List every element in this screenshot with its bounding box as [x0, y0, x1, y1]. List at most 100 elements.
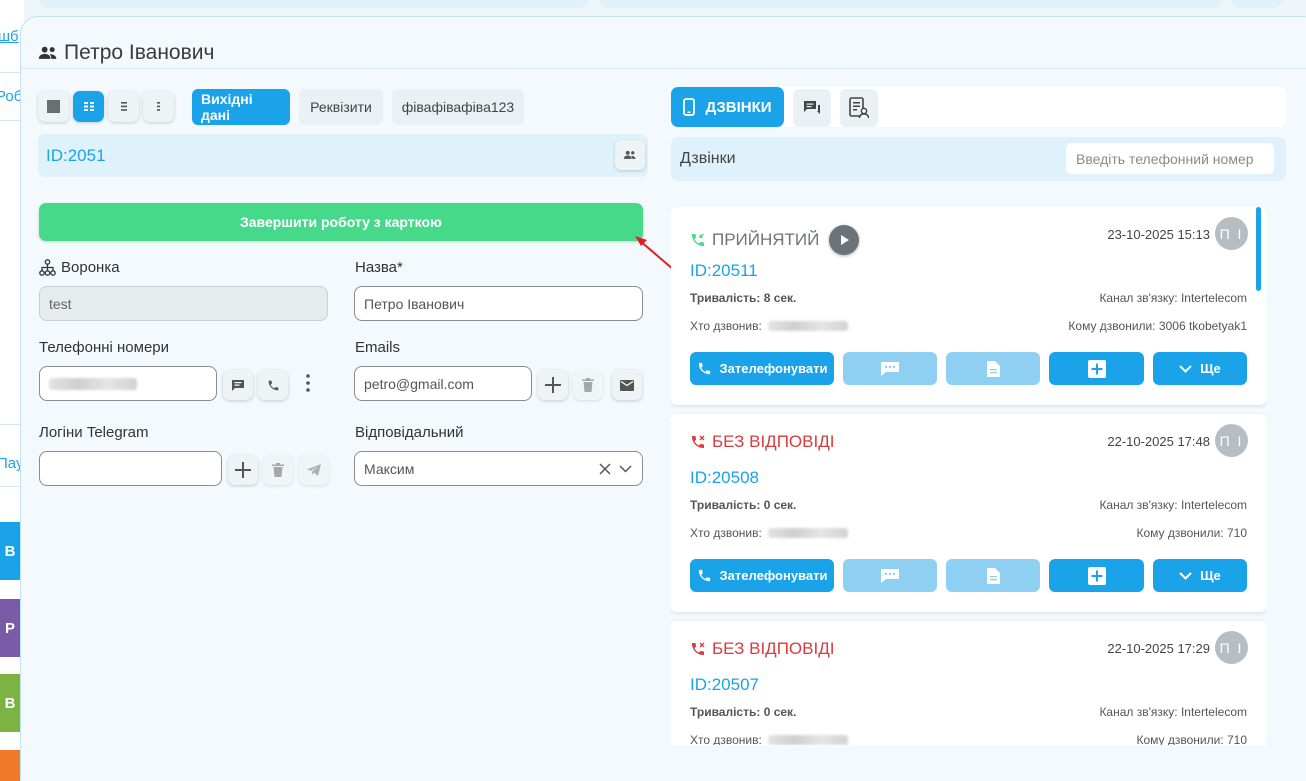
calls-scrollbar[interactable] — [1256, 207, 1261, 291]
document-icon — [986, 567, 1000, 584]
modal-footer — [21, 749, 1306, 781]
call-id[interactable]: ID:20508 — [690, 468, 759, 488]
tab-calls[interactable]: ДЗВІНКИ — [671, 87, 784, 127]
more-button[interactable]: Ще — [1153, 559, 1247, 592]
avatar: П І — [1215, 424, 1248, 457]
avatar: П І — [1215, 631, 1248, 664]
tab-requisites[interactable]: Реквізити — [299, 89, 383, 125]
delete-telegram-button[interactable] — [263, 455, 293, 485]
phone-field[interactable] — [39, 366, 217, 401]
call-callee: Кому дзвонили: 710 — [1136, 526, 1247, 540]
people-icon — [623, 150, 636, 159]
phone-search-input[interactable]: Введіть телефонний номер — [1066, 143, 1274, 174]
view-narrow-list-button[interactable] — [143, 91, 174, 122]
call-caller: Хто дзвонив: — [690, 526, 848, 540]
view-list-button[interactable] — [108, 91, 139, 122]
chat-icon — [804, 101, 820, 114]
responsible-select[interactable]: Максим — [354, 451, 643, 486]
note-button[interactable] — [946, 352, 1040, 385]
tab-contact-document[interactable] — [840, 89, 878, 127]
blurred-phone — [767, 528, 848, 538]
bg-top-panel-mid — [600, 0, 1222, 8]
call-id[interactable]: ID:20511 — [690, 261, 758, 281]
view-square-button[interactable] — [38, 91, 69, 122]
calls-header: Дзвінки Введіть телефонний номер — [671, 137, 1286, 181]
send-telegram-button[interactable] — [299, 455, 329, 485]
modal-title-text: Петро Іванович — [64, 41, 215, 64]
plus-square-icon — [1087, 566, 1106, 585]
contacts-button[interactable] — [615, 140, 645, 170]
add-button[interactable] — [1049, 352, 1144, 385]
send-email-button[interactable] — [612, 370, 642, 400]
missed-call-icon — [692, 435, 705, 448]
responsible-label: Відповідальний — [355, 424, 464, 441]
call-status-text: БЕЗ ВІДПОВІДІ — [712, 639, 835, 658]
call-callee: Кому дзвонили: 710 — [1136, 733, 1247, 745]
square-icon — [47, 100, 60, 113]
play-recording-button[interactable] — [829, 225, 860, 255]
add-button[interactable] — [1049, 559, 1144, 592]
grid-icon — [83, 102, 94, 111]
tab-custom[interactable]: фівафівафіва123 — [392, 89, 524, 125]
call-status: БЕЗ ВІДПОВІДІ — [690, 432, 834, 452]
hierarchy-icon — [39, 259, 56, 276]
call-duration: Тривалість: 0 сек. — [690, 705, 797, 719]
name-label: Назва* — [355, 259, 403, 276]
add-telegram-button[interactable] — [228, 455, 258, 485]
funnel-label-text: Воронка — [61, 259, 120, 276]
people-icon — [38, 46, 57, 59]
plus-icon — [545, 377, 561, 393]
call-status: БЕЗ ВІДПОВІДІ — [690, 639, 834, 659]
view-grid-button[interactable] — [73, 91, 104, 122]
sms-button[interactable] — [223, 370, 253, 400]
telegram-icon — [307, 464, 321, 476]
sms-icon — [881, 361, 899, 376]
bg-block-2: Р — [0, 599, 20, 657]
header-divider — [21, 68, 1306, 69]
more-button[interactable]: Ще — [1153, 352, 1247, 385]
call-duration: Тривалість: 0 сек. — [690, 498, 797, 512]
call-caller: Хто дзвонив: — [690, 733, 848, 745]
contact-id: ID:2051 — [46, 146, 106, 165]
name-field[interactable]: Петро Іванович — [354, 286, 643, 321]
incoming-call-icon — [692, 233, 704, 246]
phone-icon — [698, 569, 710, 582]
more-options-icon[interactable] — [305, 373, 311, 393]
call-channel: Канал зв'язку: Intertelecom — [1099, 705, 1247, 719]
emails-label: Emails — [355, 339, 401, 356]
delete-email-button[interactable] — [573, 370, 603, 400]
finish-card-button[interactable]: Завершити роботу з карткою — [39, 203, 643, 241]
call-card: БЕЗ ВІДПОВІДІ 22-10-2025 17:29 П І ID:20… — [671, 621, 1266, 745]
sms-icon — [881, 568, 899, 583]
email-field[interactable]: petro@gmail.com — [354, 366, 532, 401]
list-icon — [120, 102, 127, 111]
bg-edge-text-2: Роб — [0, 88, 23, 105]
bg-top-panel-left — [40, 0, 588, 8]
sms-button[interactable] — [843, 559, 937, 592]
call-datetime: 23-10-2025 15:13 — [1107, 227, 1210, 242]
call-phone-button[interactable] — [258, 370, 288, 400]
call-card: ПРИЙНЯТИЙ 23-10-2025 15:13 П І ID:20511 … — [671, 207, 1266, 405]
call-status: ПРИЙНЯТИЙ — [690, 225, 860, 255]
tab-chat[interactable] — [793, 89, 831, 127]
telegram-field[interactable] — [39, 451, 222, 486]
call-id[interactable]: ID:20507 — [690, 675, 759, 695]
tab-output-data[interactable]: Вихідні дані — [192, 89, 290, 125]
call-button[interactable]: Зателефонувати — [690, 559, 834, 592]
call-duration: Тривалість: 8 сек. — [690, 291, 797, 305]
chevron-down-icon[interactable] — [619, 464, 632, 473]
call-caller: Хто дзвонив: — [690, 319, 848, 333]
contact-card-modal: Петро Іванович Вихідні дані Реквізити фі… — [20, 16, 1306, 781]
phones-label: Телефонні номери — [39, 339, 170, 356]
sms-button[interactable] — [843, 352, 937, 385]
note-button[interactable] — [946, 559, 1040, 592]
call-button[interactable]: Зателефонувати — [690, 352, 834, 385]
add-email-button[interactable] — [538, 370, 568, 400]
clear-icon[interactable] — [599, 462, 611, 475]
call-status-text: ПРИЙНЯТИЙ — [712, 230, 820, 249]
bg-block-3: В — [0, 674, 20, 732]
missed-call-icon — [692, 642, 705, 655]
tab-calls-label: ДЗВІНКИ — [705, 98, 772, 116]
message-icon — [232, 379, 244, 391]
blurred-phone — [767, 321, 848, 331]
